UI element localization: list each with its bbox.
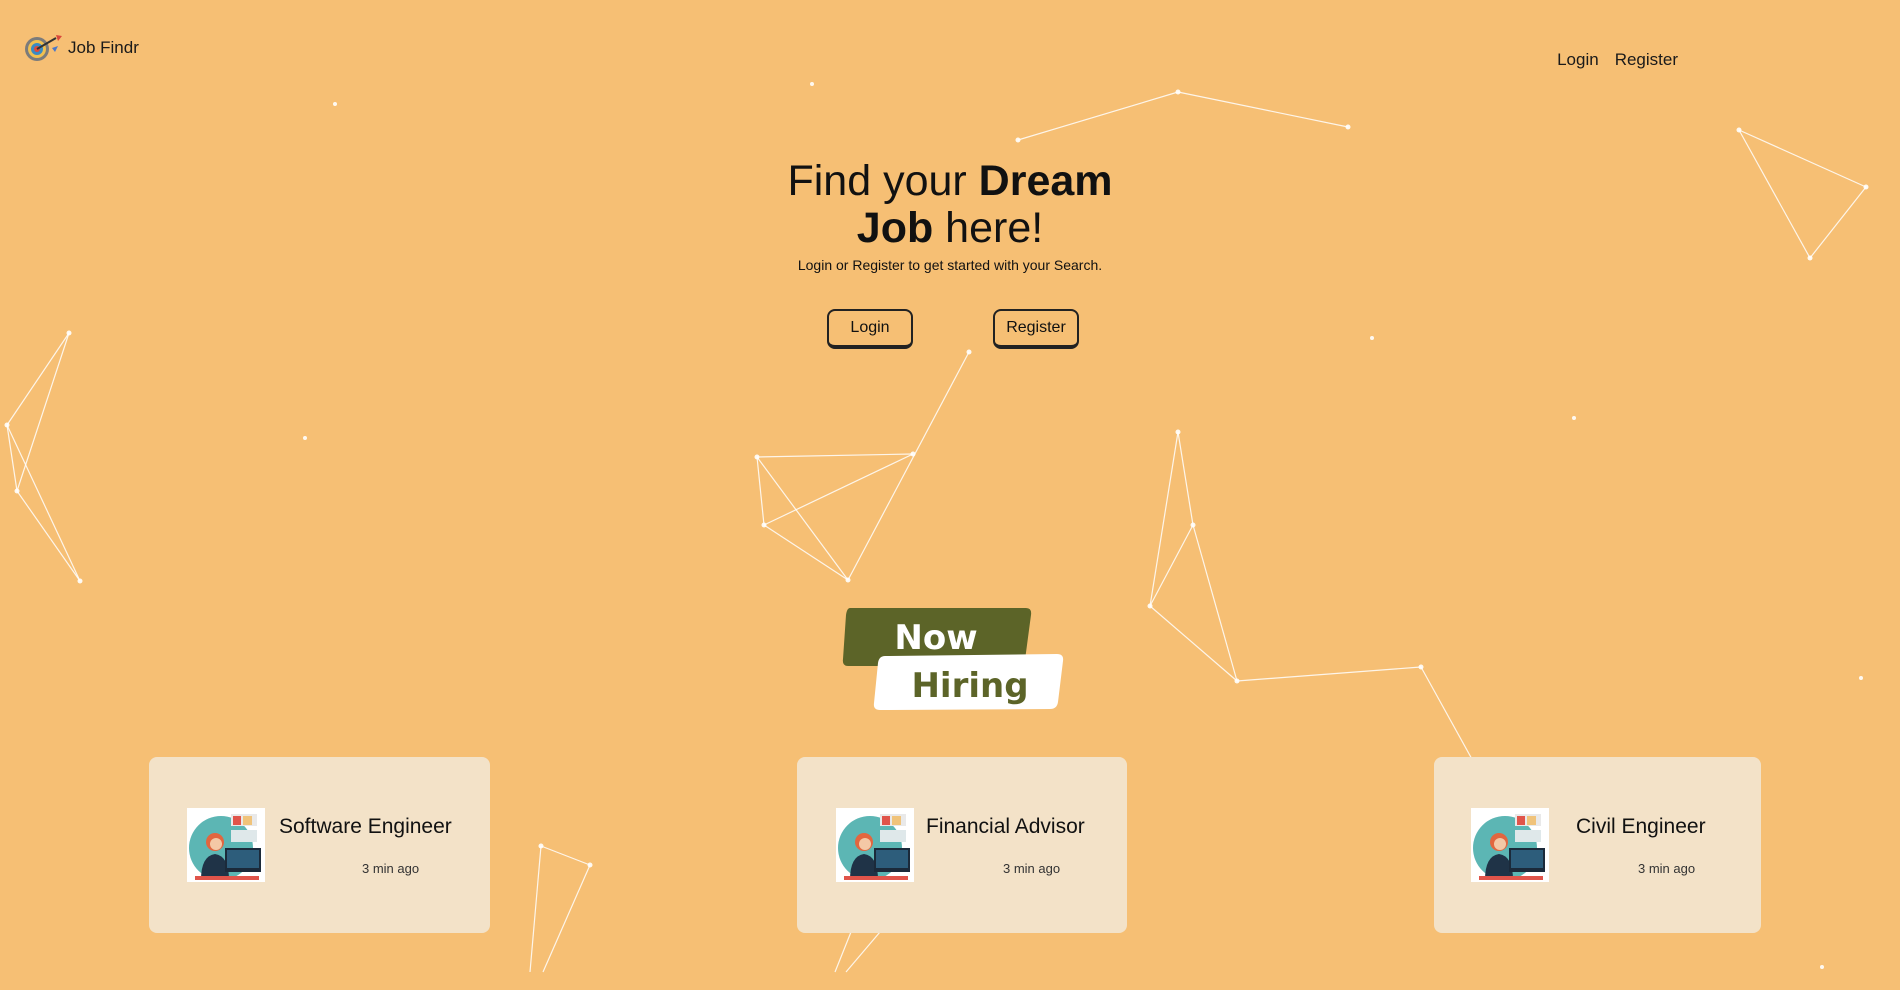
register-button[interactable]: Register bbox=[993, 309, 1079, 349]
job-posted-time: 3 min ago bbox=[1638, 861, 1696, 876]
nav-register-link[interactable]: Register bbox=[1615, 50, 1678, 70]
brand-link[interactable]: Job Findr bbox=[22, 32, 139, 64]
now-hiring-badge: Now Hiring bbox=[0, 606, 1900, 716]
site-header: Job Findr Login Register bbox=[0, 0, 1900, 100]
hero-title-dream: Dream bbox=[978, 157, 1113, 205]
login-button[interactable]: Login bbox=[827, 309, 913, 349]
job-title: Software Engineer bbox=[279, 815, 452, 838]
job-card[interactable]: Civil Engineer 3 min ago bbox=[1434, 757, 1761, 933]
job-card[interactable]: Software Engineer 3 min ago bbox=[149, 757, 490, 933]
office-worker-illustration-icon bbox=[187, 808, 265, 882]
hero-title: Find your Dream Job here! bbox=[770, 158, 1130, 252]
hero-subtitle: Login or Register to get started with yo… bbox=[797, 257, 1103, 273]
top-nav: Login Register bbox=[1557, 50, 1678, 70]
hero-title-job: Job bbox=[856, 204, 934, 252]
nav-login-link[interactable]: Login bbox=[1557, 50, 1599, 70]
job-posted-time: 3 min ago bbox=[362, 861, 420, 876]
job-card[interactable]: Financial Advisor 3 min ago bbox=[797, 757, 1127, 933]
job-title: Financial Advisor bbox=[926, 815, 1085, 838]
hero-title-prefix: Find your bbox=[787, 157, 979, 205]
badge-hiring-text: Hiring bbox=[911, 666, 1028, 706]
office-worker-illustration-icon bbox=[836, 808, 914, 882]
job-posted-time: 3 min ago bbox=[1003, 861, 1061, 876]
hero-title-suffix: here! bbox=[933, 204, 1044, 252]
dart-target-icon bbox=[25, 35, 62, 61]
hero: Find your Dream Job here! Login or Regist… bbox=[0, 158, 1900, 274]
office-worker-illustration-icon bbox=[1471, 808, 1549, 882]
badge-now-text: Now bbox=[894, 618, 977, 658]
job-title: Civil Engineer bbox=[1576, 815, 1706, 838]
brand-name: Job Findr bbox=[68, 38, 139, 57]
now-hiring-graphic: Now Hiring bbox=[842, 608, 1064, 710]
